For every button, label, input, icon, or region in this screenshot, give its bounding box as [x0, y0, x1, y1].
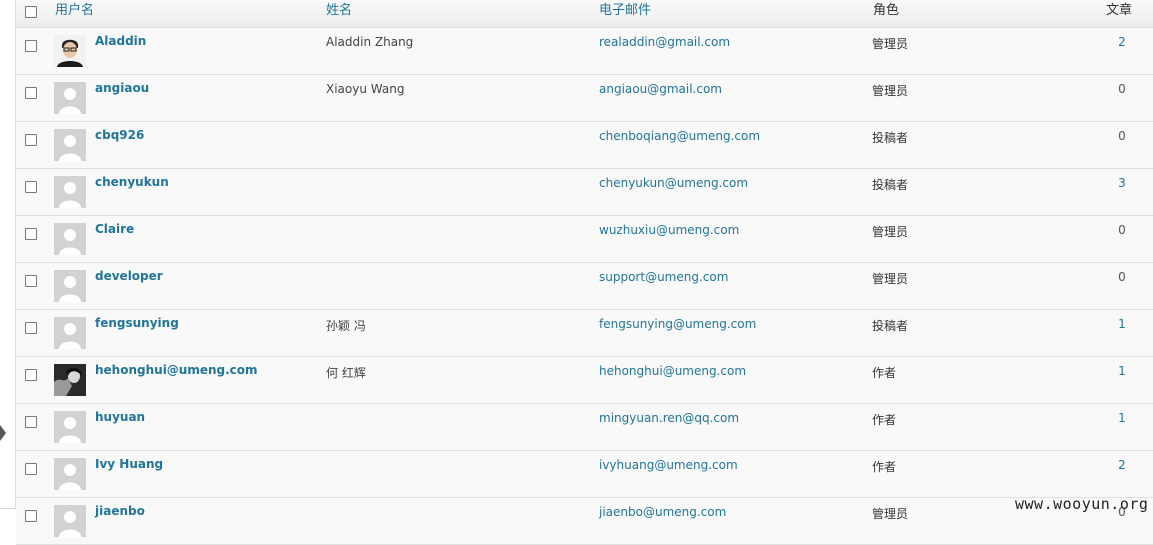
- row-checkbox[interactable]: [25, 275, 37, 287]
- post-count[interactable]: 1: [1116, 364, 1128, 378]
- post-count[interactable]: 3: [1116, 176, 1128, 190]
- username-link[interactable]: jiaenbo: [95, 504, 145, 518]
- default-avatar-icon: [54, 129, 86, 161]
- table-row: hehonghui@umeng.com 何 红辉 hehonghui@umeng.c…: [16, 357, 1153, 404]
- email-link[interactable]: fengsunying@umeng.com: [599, 317, 756, 331]
- select-all-checkbox[interactable]: [25, 6, 37, 18]
- email-link[interactable]: jiaenbo@umeng.com: [599, 505, 726, 519]
- role-label: 作者: [872, 413, 897, 427]
- email-link[interactable]: wuzhuxiu@umeng.com: [599, 223, 739, 237]
- row-checkbox[interactable]: [25, 87, 37, 99]
- table-row: fengsunying 孙颖 冯 fengsunying@umeng.com 投稿者 1: [16, 310, 1153, 357]
- post-count[interactable]: 2: [1116, 35, 1128, 49]
- role-label: 管理员: [872, 225, 909, 239]
- role-label: 作者: [872, 460, 897, 474]
- full-name: 何 红辉: [326, 366, 366, 380]
- email-link[interactable]: angiaou@gmail.com: [599, 82, 722, 96]
- email-link[interactable]: hehonghui@umeng.com: [599, 364, 746, 378]
- row-checkbox[interactable]: [25, 134, 37, 146]
- default-avatar-icon: [54, 82, 86, 114]
- column-header-email[interactable]: 电子邮件: [599, 2, 651, 20]
- username-link[interactable]: huyuan: [95, 410, 145, 424]
- row-checkbox[interactable]: [25, 181, 37, 193]
- post-count: 0: [1118, 129, 1126, 143]
- username-link[interactable]: angiaou: [95, 81, 149, 95]
- username-link[interactable]: developer: [95, 269, 163, 283]
- email-link[interactable]: realaddin@gmail.com: [599, 35, 730, 49]
- username-link[interactable]: Ivy Huang: [95, 457, 163, 471]
- email-link[interactable]: ivyhuang@umeng.com: [599, 458, 738, 472]
- default-avatar-icon: [54, 176, 86, 208]
- username-link[interactable]: cbq926: [95, 128, 144, 142]
- username-link[interactable]: Aladdin: [95, 34, 146, 48]
- column-header-posts: 文章: [1106, 3, 1133, 18]
- username-link[interactable]: hehonghui@umeng.com: [95, 363, 258, 377]
- post-count: 0: [1118, 270, 1126, 284]
- email-link[interactable]: mingyuan.ren@qq.com: [599, 411, 739, 425]
- default-avatar-icon: [54, 505, 86, 537]
- default-avatar-icon: [54, 317, 86, 349]
- row-checkbox[interactable]: [25, 369, 37, 381]
- avatar: [54, 364, 86, 396]
- collapse-arrow-icon[interactable]: [0, 425, 6, 441]
- table-row: angiaou Xiaoyu Wang angiaou@gmail.com 管理员 0: [16, 75, 1153, 122]
- default-avatar-icon: [54, 223, 86, 255]
- default-avatar-icon: [54, 270, 86, 302]
- users-table: 用户名 姓名 电子邮件 角色 文章 Aladdin Aladdin Zhang re…: [16, 0, 1153, 545]
- table-row: Aladdin Aladdin Zhang realaddin@gmail.com 管…: [16, 28, 1153, 75]
- table-body: Aladdin Aladdin Zhang realaddin@gmail.com 管…: [16, 28, 1153, 545]
- full-name: Xiaoyu Wang: [326, 82, 405, 96]
- table-header: 用户名 姓名 电子邮件 角色 文章: [16, 0, 1153, 28]
- row-checkbox[interactable]: [25, 463, 37, 475]
- email-link[interactable]: chenyukun@umeng.com: [599, 176, 748, 190]
- table-row: Ivy Huang ivyhuang@umeng.com 作者 2: [16, 451, 1153, 498]
- role-label: 管理员: [872, 272, 909, 286]
- avatar: [54, 35, 86, 67]
- role-label: 作者: [872, 366, 897, 380]
- table-row: huyuan mingyuan.ren@qq.com 作者 1: [16, 404, 1153, 451]
- table-row: Claire wuzhuxiu@umeng.com 管理员 0: [16, 216, 1153, 263]
- role-label: 投稿者: [872, 178, 909, 192]
- username-link[interactable]: Claire: [95, 222, 134, 236]
- email-link[interactable]: chenboqiang@umeng.com: [599, 129, 760, 143]
- row-checkbox[interactable]: [25, 510, 37, 522]
- post-count: 0: [1118, 82, 1126, 96]
- role-label: 管理员: [872, 37, 909, 51]
- post-count: 0: [1118, 223, 1126, 237]
- full-name: Aladdin Zhang: [326, 35, 414, 49]
- column-header-name[interactable]: 姓名: [326, 2, 352, 20]
- role-label: 管理员: [872, 84, 909, 98]
- post-count[interactable]: 1: [1116, 411, 1128, 425]
- row-checkbox[interactable]: [25, 416, 37, 428]
- email-link[interactable]: support@umeng.com: [599, 270, 728, 284]
- column-header-role: 角色: [873, 3, 900, 18]
- username-link[interactable]: chenyukun: [95, 175, 169, 189]
- column-header-username[interactable]: 用户名: [55, 2, 94, 20]
- watermark: www.wooyun.org: [1015, 495, 1149, 513]
- default-avatar-icon: [54, 458, 86, 490]
- table-row: jiaenbo jiaenbo@umeng.com 管理员 0: [16, 498, 1153, 545]
- row-checkbox[interactable]: [25, 322, 37, 334]
- row-checkbox[interactable]: [25, 40, 37, 52]
- role-label: 投稿者: [872, 131, 909, 145]
- table-row: chenyukun chenyukun@umeng.com 投稿者 3: [16, 169, 1153, 216]
- row-checkbox[interactable]: [25, 228, 37, 240]
- table-row: developer support@umeng.com 管理员 0: [16, 263, 1153, 310]
- username-link[interactable]: fengsunying: [95, 316, 179, 330]
- post-count[interactable]: 1: [1116, 317, 1128, 331]
- full-name: 孙颖 冯: [326, 319, 366, 333]
- role-label: 投稿者: [872, 319, 909, 333]
- default-avatar-icon: [54, 411, 86, 443]
- table-row: cbq926 chenboqiang@umeng.com 投稿者 0: [16, 122, 1153, 169]
- post-count[interactable]: 2: [1116, 458, 1128, 472]
